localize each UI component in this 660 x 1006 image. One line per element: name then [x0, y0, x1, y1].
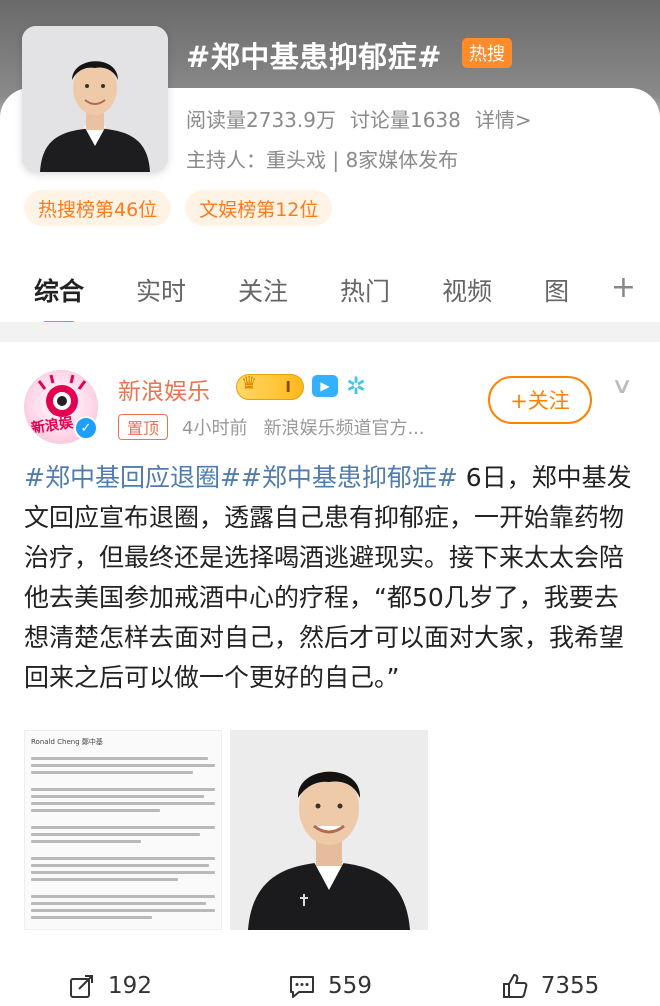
verified-icon: ✓	[74, 416, 98, 440]
post-body-text: 6日，郑中基发文回应宣布退圈，透露自己患有抑郁症，一开始靠药物治疗，但最终还是选…	[24, 463, 632, 692]
pinned-badge: 置顶	[118, 414, 169, 440]
chip-entertainment-rank[interactable]: 文娱榜第12位	[185, 190, 333, 226]
author-name[interactable]: 新浪娱乐	[118, 372, 210, 406]
tv-icon[interactable]: ▶	[312, 375, 338, 397]
tab-add-icon[interactable]: +	[611, 270, 636, 305]
details-link[interactable]: 详情>	[475, 104, 532, 133]
comment-button[interactable]: 559	[220, 972, 440, 1000]
action-bar: 192 559 7355	[0, 966, 660, 1006]
hashtag-link-retire[interactable]: #郑中基回应退圈#	[24, 463, 241, 492]
person-photo-icon	[230, 730, 428, 930]
tab-video[interactable]: 视频	[442, 272, 492, 308]
tab-comprehensive[interactable]: 综合	[34, 272, 84, 308]
topic-host-info: 主持人：重头戏 | 8家媒体发布	[186, 148, 459, 172]
vip-level-badge[interactable]: ♛ I	[236, 373, 304, 400]
comment-icon	[290, 976, 315, 998]
topic-stats: 阅读量2733.9万 讨论量1638 详情>	[186, 104, 532, 133]
read-count: 阅读量2733.9万	[186, 108, 336, 132]
share-button[interactable]: 192	[0, 972, 220, 1000]
like-button[interactable]: 7355	[440, 972, 660, 1000]
document-header-text: Ronald Cheng 鄭中基	[31, 738, 103, 746]
comment-count: 559	[328, 973, 372, 999]
portrait-photo-image[interactable]	[230, 730, 428, 930]
hot-badge: 热搜	[462, 38, 512, 68]
tab-following[interactable]: 关注	[238, 272, 288, 308]
crown-icon: ♛	[241, 373, 258, 394]
statement-document-image[interactable]: Ronald Cheng 鄭中基	[24, 730, 222, 930]
pinwheel-icon[interactable]: ✲	[346, 372, 366, 400]
tab-images[interactable]: 图	[544, 272, 569, 308]
tab-bar: 综合 实时 关注 热门 视频 图	[0, 258, 660, 322]
person-photo-icon	[22, 26, 168, 172]
tab-popular[interactable]: 热门	[340, 272, 390, 308]
tab-realtime[interactable]: 实时	[136, 272, 186, 308]
ranking-chips: 热搜榜第46位 文娱榜第12位	[24, 190, 333, 226]
post-source: 新浪娱乐频道官方...	[263, 418, 425, 439]
share-count: 192	[108, 973, 152, 999]
hashtag-link-depression[interactable]: #郑中基患抑郁症#	[241, 463, 458, 492]
chip-hot-search-rank[interactable]: 热搜榜第46位	[24, 190, 172, 226]
post-time: 4小时前	[182, 418, 248, 439]
post-meta: 4小时前 新浪娱乐频道官方...	[182, 414, 425, 440]
chevron-down-icon[interactable]: ∨	[611, 374, 634, 399]
thumbs-up-icon	[502, 974, 528, 998]
topic-cover-image[interactable]	[22, 26, 168, 172]
share-icon	[70, 975, 94, 998]
section-divider	[0, 322, 660, 342]
post-text: #郑中基回应退圈##郑中基患抑郁症# 6日，郑中基发文回应宣布退圈，透露自己患有…	[24, 458, 636, 698]
vip-level-text: I	[285, 378, 291, 396]
follow-button[interactable]: +关注	[488, 376, 592, 424]
discuss-count: 讨论量1638	[349, 108, 461, 132]
topic-title: #郑中基患抑郁症#	[186, 40, 443, 74]
like-count: 7355	[540, 973, 600, 999]
